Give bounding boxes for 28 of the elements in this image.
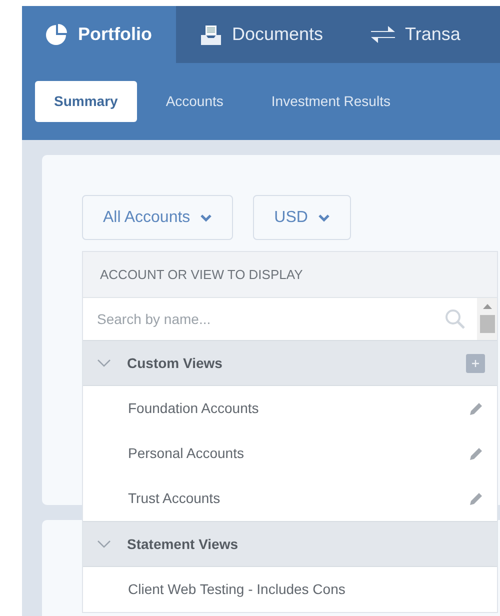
pencil-icon[interactable]	[469, 402, 483, 416]
pie-chart-icon	[46, 24, 68, 46]
pencil-icon[interactable]	[469, 446, 483, 460]
plus-icon	[471, 358, 480, 368]
search-icon	[445, 309, 465, 329]
sub-tab[interactable]: Investment Results	[252, 81, 410, 122]
list-item[interactable]: Trust Accounts	[83, 476, 497, 521]
nav-tab[interactable]: Documents	[176, 6, 348, 63]
sub-tab[interactable]: Summary	[35, 81, 137, 122]
list-item[interactable]: Client Web Testing - Includes Cons	[83, 567, 497, 612]
nav-tab[interactable]: Transa	[347, 6, 484, 63]
group-header[interactable]: Custom Views	[83, 340, 497, 386]
scroll-up-icon[interactable]	[482, 304, 492, 309]
filter-dropdown[interactable]: All Accounts	[82, 195, 234, 240]
document-tray-icon	[200, 24, 222, 46]
sub-tab[interactable]: Accounts	[146, 81, 242, 122]
group-header[interactable]: Statement Views	[83, 521, 497, 567]
dropdown-heading: ACCOUNT OR VIEW TO DISPLAY	[83, 252, 497, 298]
pencil-icon[interactable]	[469, 492, 483, 506]
list-item[interactable]: Foundation Accounts	[83, 386, 497, 431]
exchange-arrows-icon	[371, 24, 396, 44]
chevron-down-icon	[200, 214, 212, 222]
nav-tab[interactable]: Portfolio	[22, 6, 176, 63]
scrollbar-thumb[interactable]	[480, 315, 494, 333]
chevron-down-icon	[318, 214, 330, 222]
filter-dropdown[interactable]: USD	[253, 195, 351, 240]
list-item[interactable]: Personal Accounts	[83, 431, 497, 476]
add-button[interactable]	[466, 354, 485, 372]
